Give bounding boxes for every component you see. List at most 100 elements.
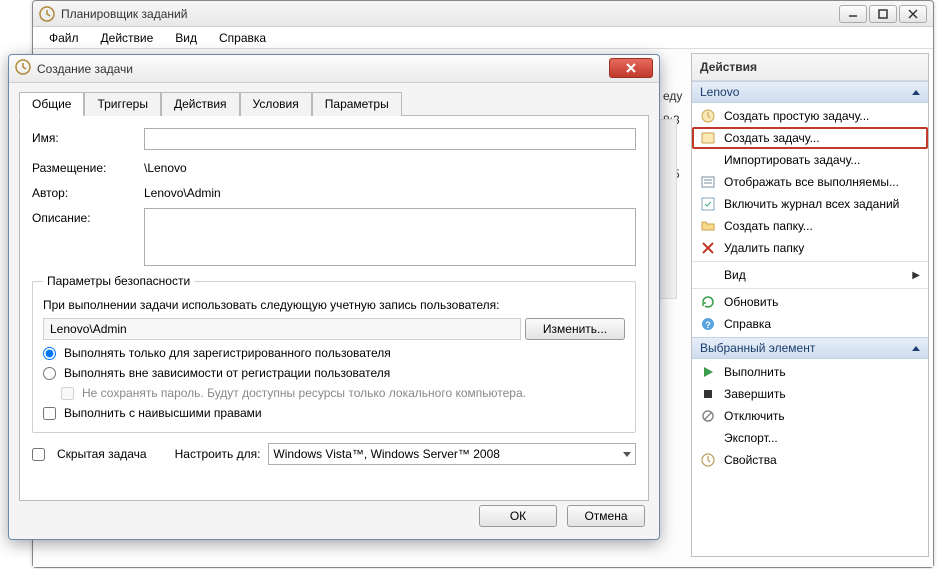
action-end[interactable]: Завершить bbox=[692, 383, 928, 405]
menu-file[interactable]: Файл bbox=[39, 29, 89, 47]
action-label: Справка bbox=[724, 317, 771, 331]
maximize-button[interactable] bbox=[869, 5, 897, 23]
menu-view[interactable]: Вид bbox=[165, 29, 207, 47]
minimize-button[interactable] bbox=[839, 5, 867, 23]
tab-general[interactable]: Общие bbox=[19, 92, 84, 116]
tab-actions[interactable]: Действия bbox=[161, 92, 240, 116]
action-import-task[interactable]: Импортировать задачу... bbox=[692, 149, 928, 171]
svg-text:?: ? bbox=[705, 320, 711, 330]
author-label: Автор: bbox=[32, 183, 138, 200]
tab-triggers[interactable]: Триггеры bbox=[84, 92, 161, 116]
action-create-folder[interactable]: Создать папку... bbox=[692, 215, 928, 237]
action-label: Вид bbox=[724, 268, 746, 282]
action-run[interactable]: Выполнить bbox=[692, 361, 928, 383]
security-legend: Параметры безопасности bbox=[43, 274, 194, 288]
action-enable-history[interactable]: Включить журнал всех заданий bbox=[692, 193, 928, 215]
window-buttons bbox=[839, 5, 927, 23]
action-delete-folder[interactable]: Удалить папку bbox=[692, 237, 928, 259]
security-fieldset: Параметры безопасности При выполнении за… bbox=[32, 274, 636, 433]
folder-icon bbox=[700, 218, 716, 234]
check-highest-priv-label: Выполнить с наивысшими правами bbox=[64, 406, 262, 420]
background-scrollbar[interactable] bbox=[659, 119, 677, 299]
bg-text: еду bbox=[663, 89, 682, 103]
action-label: Включить журнал всех заданий bbox=[724, 197, 899, 211]
change-user-button[interactable]: Изменить... bbox=[525, 318, 625, 340]
check-nosave-password bbox=[61, 387, 74, 400]
action-refresh[interactable]: Обновить bbox=[692, 291, 928, 313]
configure-value: Windows Vista™, Windows Server™ 2008 bbox=[273, 447, 500, 461]
submenu-arrow-icon: ▶ bbox=[912, 270, 920, 281]
app-icon bbox=[39, 6, 55, 22]
author-value: Lenovo\Admin bbox=[144, 183, 221, 200]
export-icon bbox=[700, 430, 716, 446]
action-label: Экспорт... bbox=[724, 431, 778, 445]
check-hidden-label: Скрытая задача bbox=[57, 447, 147, 461]
actions-section-selected[interactable]: Выбранный элемент bbox=[692, 337, 928, 359]
titlebar: Планировщик заданий bbox=[33, 1, 933, 27]
check-nosave-label: Не сохранять пароль. Будут доступны ресу… bbox=[82, 386, 526, 400]
radio-any-user[interactable] bbox=[43, 367, 56, 380]
action-label: Создать простую задачу... bbox=[724, 109, 869, 123]
menu-action[interactable]: Действие bbox=[91, 29, 164, 47]
cancel-button[interactable]: Отмена bbox=[567, 505, 645, 527]
desc-input[interactable] bbox=[144, 208, 636, 266]
menubar: Файл Действие Вид Справка bbox=[33, 27, 933, 49]
create-task-dialog: Создание задачи Общие Триггеры Действия … bbox=[8, 54, 660, 540]
action-label: Создать папку... bbox=[724, 219, 813, 233]
divider bbox=[692, 288, 928, 289]
action-export[interactable]: Экспорт... bbox=[692, 427, 928, 449]
action-label: Завершить bbox=[724, 387, 786, 401]
section-title: Lenovo bbox=[700, 85, 739, 99]
name-label: Имя: bbox=[32, 128, 138, 145]
action-label: Отображать все выполняемы... bbox=[724, 175, 899, 189]
action-disable[interactable]: Отключить bbox=[692, 405, 928, 427]
actions-section-lenovo[interactable]: Lenovo bbox=[692, 81, 928, 103]
task-icon bbox=[700, 130, 716, 146]
action-show-running[interactable]: Отображать все выполняемы... bbox=[692, 171, 928, 193]
action-create-basic-task[interactable]: Создать простую задачу... bbox=[692, 105, 928, 127]
radio-logged-on-label: Выполнять только для зарегистрированного… bbox=[64, 346, 391, 360]
radio-any-user-label: Выполнять вне зависимости от регистрации… bbox=[64, 366, 390, 380]
tab-conditions[interactable]: Условия bbox=[240, 92, 312, 116]
ok-button[interactable]: ОК bbox=[479, 505, 557, 527]
delete-icon bbox=[700, 240, 716, 256]
location-label: Размещение: bbox=[32, 158, 138, 175]
action-create-task[interactable]: Создать задачу... bbox=[692, 127, 928, 149]
menu-help[interactable]: Справка bbox=[209, 29, 276, 47]
check-hidden-task[interactable] bbox=[32, 448, 45, 461]
divider bbox=[692, 261, 928, 262]
collapse-icon bbox=[912, 346, 920, 351]
check-highest-priv[interactable] bbox=[43, 407, 56, 420]
tabbar: Общие Триггеры Действия Условия Параметр… bbox=[9, 83, 659, 115]
section-title: Выбранный элемент bbox=[700, 341, 815, 355]
close-window-button[interactable] bbox=[899, 5, 927, 23]
help-icon: ? bbox=[700, 316, 716, 332]
action-view[interactable]: Вид ▶ bbox=[692, 264, 928, 286]
action-label: Отключить bbox=[724, 409, 785, 423]
configure-combo[interactable]: Windows Vista™, Windows Server™ 2008 bbox=[268, 443, 636, 465]
play-icon bbox=[700, 364, 716, 380]
actions-pane: Действия Lenovo Создать простую задачу..… bbox=[691, 53, 929, 557]
history-icon bbox=[700, 196, 716, 212]
chevron-down-icon bbox=[623, 452, 631, 457]
task-icon bbox=[700, 108, 716, 124]
name-input[interactable] bbox=[144, 128, 636, 150]
window-title: Планировщик заданий bbox=[61, 7, 839, 21]
radio-logged-on[interactable] bbox=[43, 347, 56, 360]
action-help[interactable]: ? Справка bbox=[692, 313, 928, 335]
action-label: Удалить папку bbox=[724, 241, 804, 255]
security-account: Lenovo\Admin bbox=[43, 318, 521, 340]
dialog-close-button[interactable] bbox=[609, 58, 653, 78]
import-icon bbox=[700, 152, 716, 168]
configure-label: Настроить для: bbox=[175, 447, 261, 461]
tab-settings[interactable]: Параметры bbox=[312, 92, 402, 116]
location-value: \Lenovo bbox=[144, 158, 187, 175]
properties-icon bbox=[700, 452, 716, 468]
action-label: Выполнить bbox=[724, 365, 786, 379]
security-line1: При выполнении задачи использовать следу… bbox=[43, 298, 625, 312]
action-label: Импортировать задачу... bbox=[724, 153, 860, 167]
refresh-icon bbox=[700, 294, 716, 310]
action-list-2: Выполнить Завершить Отключить Экспорт...… bbox=[692, 359, 928, 473]
action-properties[interactable]: Свойства bbox=[692, 449, 928, 471]
action-list-1: Создать простую задачу... Создать задачу… bbox=[692, 103, 928, 337]
